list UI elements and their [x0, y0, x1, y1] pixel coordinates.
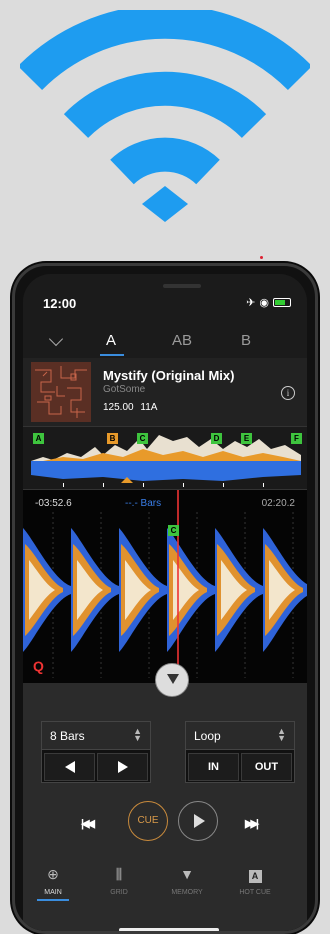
beat-jump-forward-button[interactable] — [97, 753, 148, 781]
phone-frame: 12:00 ✈ ◉ A AB B Mystify (Original Mix) … — [12, 263, 318, 934]
app-screen: 12:00 ✈ ◉ A AB B Mystify (Original Mix) … — [23, 274, 307, 931]
main-waveform[interactable]: -03:52.6 --.- Bars 02:20.2 C Q — [23, 490, 307, 683]
beat-jump-back-button[interactable] — [44, 753, 95, 781]
nav-main-label: MAIN — [44, 889, 62, 896]
loop-out-button[interactable]: OUT — [241, 753, 292, 781]
play-button[interactable] — [178, 801, 218, 841]
hotcue-f-marker[interactable]: F — [291, 433, 302, 444]
loop-mode-select[interactable]: Loop ▲ ▼ — [186, 722, 294, 750]
deck-tabs: A AB B — [23, 324, 307, 358]
nav-memory[interactable]: ▼ MEMORY — [157, 863, 217, 896]
overview-waveform[interactable]: A B C D E F — [23, 426, 307, 490]
track-info[interactable]: Mystify (Original Mix) GotSome 125.00 11… — [23, 358, 307, 426]
active-nav-indicator — [37, 899, 69, 901]
beat-size-select[interactable]: 8 Bars ▲ ▼ — [42, 722, 150, 750]
track-meta: 125.00 11A — [103, 402, 157, 413]
controls-area: 8 Bars ▲ ▼ Loop ▲ ▼ IN OUT |◀◀ CUE ▶▶| ⊕… — [23, 663, 307, 931]
track-key: 11A — [140, 402, 158, 413]
cue-marker-button[interactable] — [155, 663, 189, 697]
hotcue-b-marker[interactable]: B — [107, 433, 118, 444]
hotcue-c-grid-marker[interactable]: C — [168, 525, 179, 536]
skip-forward-icon[interactable]: ▶▶| — [245, 817, 259, 830]
grid-icon: ⫼ — [115, 866, 123, 882]
loop-mode-value: Loop — [194, 729, 221, 743]
updown-icon: ▲ ▼ — [133, 726, 142, 743]
bars-counter: --.- Bars — [125, 498, 162, 509]
main-waveform-graphic — [23, 490, 307, 683]
track-title: Mystify (Original Mix) — [103, 368, 235, 383]
bottom-nav: ⊕ MAIN ⫼ GRID ▼ MEMORY A HOT CUE — [23, 863, 307, 923]
status-time: 12:00 — [43, 296, 77, 311]
chevron-down-icon[interactable] — [48, 331, 64, 347]
status-bar: 12:00 ✈ ◉ — [23, 274, 307, 324]
home-indicator — [119, 928, 219, 931]
track-bpm: 125.00 — [103, 402, 134, 413]
skip-back-icon[interactable]: |◀◀ — [81, 817, 95, 830]
nav-hotcue-label: HOT CUE — [239, 889, 271, 896]
wifi-icon — [20, 10, 310, 222]
quantize-indicator[interactable]: Q — [33, 658, 44, 674]
tab-deck-b[interactable]: B — [241, 332, 251, 349]
memory-icon: ▼ — [180, 866, 194, 882]
updown-icon: ▲ ▼ — [277, 726, 286, 743]
nav-main[interactable]: ⊕ MAIN — [23, 863, 83, 901]
hotcue-icon: A — [225, 863, 285, 885]
nav-hotcue[interactable]: A HOT CUE — [225, 863, 285, 896]
hotcue-e-marker[interactable]: E — [241, 433, 252, 444]
tab-deck-ab[interactable]: AB — [172, 332, 192, 349]
active-tab-indicator — [100, 354, 124, 356]
elapsed-time: -03:52.6 — [35, 498, 72, 509]
tab-deck-a[interactable]: A — [106, 332, 116, 349]
nav-grid[interactable]: ⫼ GRID — [89, 863, 149, 896]
hotcue-a-marker[interactable]: A — [33, 433, 44, 444]
hotcue-c-marker[interactable]: C — [137, 433, 148, 444]
wifi-icon: ◉ — [259, 297, 269, 309]
beat-size-value: 8 Bars — [50, 729, 85, 743]
dot — [260, 256, 263, 259]
beat-jump-panel: 8 Bars ▲ ▼ — [41, 721, 151, 783]
transport-bar: |◀◀ CUE ▶▶| — [23, 801, 307, 845]
airplane-icon: ✈ — [246, 297, 256, 309]
hotcue-d-marker[interactable]: D — [211, 433, 222, 444]
track-artist: GotSome — [103, 384, 146, 395]
remaining-time: 02:20.2 — [261, 498, 295, 509]
globe-icon: ⊕ — [47, 866, 59, 882]
nav-grid-label: GRID — [110, 889, 128, 896]
overview-waveform-graphic — [31, 435, 301, 487]
battery-icon — [273, 298, 291, 307]
nav-memory-label: MEMORY — [171, 889, 203, 896]
loop-panel: Loop ▲ ▼ IN OUT — [185, 721, 295, 783]
cue-button[interactable]: CUE — [128, 801, 168, 841]
status-icons: ✈ ◉ — [246, 296, 291, 309]
loop-in-button[interactable]: IN — [188, 753, 239, 781]
speaker-slot — [163, 284, 201, 288]
album-art — [31, 362, 91, 422]
info-icon[interactable]: i — [281, 386, 295, 400]
